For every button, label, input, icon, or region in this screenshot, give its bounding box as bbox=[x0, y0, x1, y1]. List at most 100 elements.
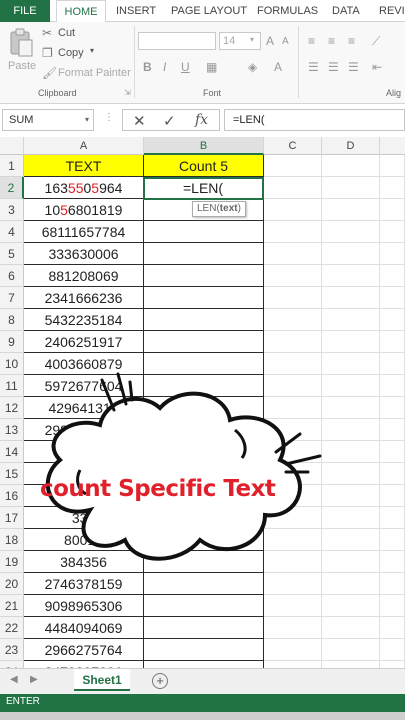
bold-icon[interactable]: B bbox=[143, 60, 152, 74]
row-header[interactable]: 12 bbox=[0, 397, 24, 419]
empty-cell[interactable] bbox=[380, 419, 405, 441]
row-header[interactable]: 20 bbox=[0, 573, 24, 595]
empty-cell[interactable] bbox=[322, 463, 380, 485]
row-header[interactable]: 8 bbox=[0, 309, 24, 331]
empty-cell[interactable] bbox=[264, 573, 322, 595]
drag-handle-icon[interactable]: ⋮ bbox=[104, 112, 114, 123]
empty-cell[interactable] bbox=[322, 441, 380, 463]
empty-cell[interactable] bbox=[380, 441, 405, 463]
fill-color-icon[interactable]: ◈ bbox=[248, 60, 257, 74]
header-cell-count[interactable]: Count 5 bbox=[144, 155, 264, 177]
empty-cell[interactable] bbox=[322, 617, 380, 639]
format-painter-button[interactable]: 🖌 Format Painter bbox=[42, 66, 132, 82]
empty-cell[interactable] bbox=[322, 485, 380, 507]
active-cell-b2[interactable]: =LEN( bbox=[143, 177, 264, 200]
empty-cell[interactable] bbox=[380, 287, 405, 309]
next-sheet-icon[interactable]: ▶ bbox=[30, 674, 38, 685]
tab-review[interactable]: REVIE bbox=[379, 0, 405, 22]
cell-b[interactable] bbox=[144, 309, 264, 331]
underline-icon[interactable]: U bbox=[181, 60, 190, 74]
empty-cell[interactable] bbox=[264, 595, 322, 617]
empty-cell[interactable] bbox=[322, 353, 380, 375]
empty-cell[interactable] bbox=[380, 551, 405, 573]
empty-cell[interactable] bbox=[322, 309, 380, 331]
cell-a[interactable]: 2341666236 bbox=[24, 287, 144, 309]
tab-insert[interactable]: INSERT bbox=[116, 0, 156, 22]
tab-file[interactable]: FILE bbox=[0, 0, 50, 22]
empty-cell[interactable] bbox=[322, 573, 380, 595]
cell-a[interactable]: 5432235184 bbox=[24, 309, 144, 331]
empty-cell[interactable] bbox=[264, 177, 322, 199]
cancel-icon[interactable]: ✕ bbox=[133, 112, 146, 130]
italic-icon[interactable]: I bbox=[163, 60, 166, 74]
empty-cell[interactable] bbox=[380, 265, 405, 287]
cell-b[interactable] bbox=[144, 573, 264, 595]
select-all-corner[interactable] bbox=[0, 137, 24, 155]
row-header[interactable]: 21 bbox=[0, 595, 24, 617]
empty-cell[interactable] bbox=[264, 155, 322, 177]
grow-font-icon[interactable]: A bbox=[266, 34, 274, 48]
empty-cell[interactable] bbox=[322, 639, 380, 661]
cell-a[interactable]: 1056801819 bbox=[24, 199, 144, 221]
font-size-box[interactable]: 14 ▾ bbox=[219, 32, 261, 50]
empty-cell[interactable] bbox=[264, 287, 322, 309]
cell-b[interactable] bbox=[144, 639, 264, 661]
column-header-e[interactable] bbox=[380, 137, 405, 155]
align-top-icon[interactable]: ≡ bbox=[308, 34, 315, 48]
cell-b[interactable] bbox=[144, 287, 264, 309]
empty-cell[interactable] bbox=[380, 507, 405, 529]
cell-a[interactable]: 9098965306 bbox=[24, 595, 144, 617]
prev-sheet-icon[interactable]: ◀ bbox=[10, 674, 18, 685]
copy-button[interactable]: ❐ Copy ▾ bbox=[42, 46, 122, 62]
empty-cell[interactable] bbox=[380, 375, 405, 397]
empty-cell[interactable] bbox=[380, 573, 405, 595]
cell-a[interactable]: 4484094069 bbox=[24, 617, 144, 639]
cell-a[interactable]: 68111657784 bbox=[24, 221, 144, 243]
sheet-tab-sheet1[interactable]: Sheet1 bbox=[74, 669, 130, 691]
empty-cell[interactable] bbox=[264, 199, 322, 221]
empty-cell[interactable] bbox=[322, 155, 380, 177]
row-header[interactable]: 23 bbox=[0, 639, 24, 661]
empty-cell[interactable] bbox=[380, 397, 405, 419]
empty-cell[interactable] bbox=[380, 155, 405, 177]
align-left-icon[interactable]: ☰ bbox=[308, 60, 319, 74]
header-cell-text[interactable]: TEXT bbox=[24, 155, 144, 177]
cell-b[interactable] bbox=[144, 265, 264, 287]
align-center-icon[interactable]: ☰ bbox=[328, 60, 339, 74]
tab-page-layout[interactable]: PAGE LAYOUT bbox=[171, 0, 247, 22]
shrink-font-icon[interactable]: A bbox=[282, 36, 289, 47]
cell-b[interactable] bbox=[144, 595, 264, 617]
empty-cell[interactable] bbox=[264, 243, 322, 265]
row-header[interactable]: 6 bbox=[0, 265, 24, 287]
row-header[interactable]: 11 bbox=[0, 375, 24, 397]
align-bottom-icon[interactable]: ≡ bbox=[348, 34, 355, 48]
cell-a[interactable]: 1635505964 bbox=[24, 177, 144, 199]
column-header-c[interactable]: C bbox=[264, 137, 322, 155]
empty-cell[interactable] bbox=[264, 221, 322, 243]
cell-a[interactable]: 2746378159 bbox=[24, 573, 144, 595]
empty-cell[interactable] bbox=[380, 485, 405, 507]
orientation-icon[interactable]: ⟋ bbox=[372, 34, 380, 49]
cell-a[interactable]: 881208069 bbox=[24, 265, 144, 287]
column-header-a[interactable]: A bbox=[24, 137, 144, 155]
align-right-icon[interactable]: ☰ bbox=[348, 60, 359, 74]
tab-formulas[interactable]: FORMULAS bbox=[257, 0, 318, 22]
empty-cell[interactable] bbox=[322, 375, 380, 397]
row-header[interactable]: 15 bbox=[0, 463, 24, 485]
empty-cell[interactable] bbox=[322, 595, 380, 617]
empty-cell[interactable] bbox=[322, 199, 380, 221]
cell-a[interactable]: 333630006 bbox=[24, 243, 144, 265]
row-header[interactable]: 18 bbox=[0, 529, 24, 551]
empty-cell[interactable] bbox=[322, 177, 380, 199]
formula-input[interactable]: =LEN( bbox=[224, 109, 405, 131]
row-header[interactable]: 4 bbox=[0, 221, 24, 243]
insert-function-icon[interactable]: fx bbox=[195, 112, 208, 128]
row-header[interactable]: 5 bbox=[0, 243, 24, 265]
indent-icon[interactable]: ⇤ bbox=[372, 60, 382, 74]
empty-cell[interactable] bbox=[380, 221, 405, 243]
empty-cell[interactable] bbox=[322, 529, 380, 551]
empty-cell[interactable] bbox=[322, 221, 380, 243]
empty-cell[interactable] bbox=[380, 529, 405, 551]
add-sheet-button[interactable]: + bbox=[152, 673, 168, 689]
paste-button[interactable]: Paste bbox=[6, 26, 36, 78]
